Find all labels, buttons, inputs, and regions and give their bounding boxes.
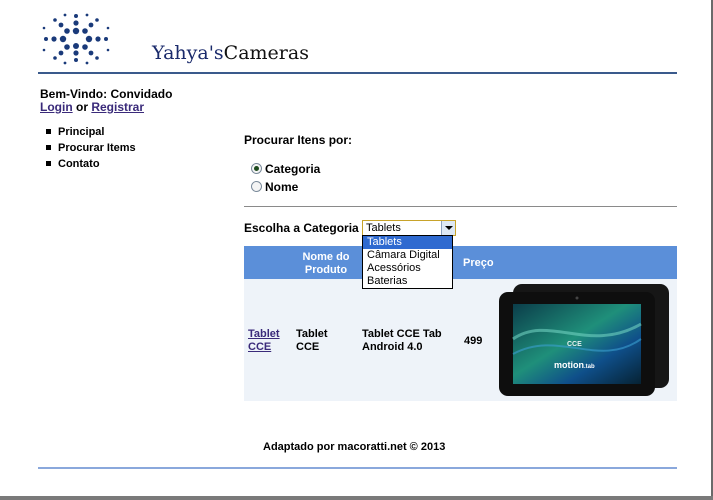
tablet-screen-model-suffix: .tab bbox=[584, 364, 595, 370]
category-dropdown-list: Tablets Câmara Digital Acessórios Bateri… bbox=[362, 235, 453, 289]
auth-separator: or bbox=[72, 100, 92, 114]
section-divider bbox=[244, 206, 677, 207]
radio-categoria[interactable]: Categoria bbox=[251, 162, 320, 176]
nav-item-contato[interactable]: Contato bbox=[44, 156, 136, 172]
table-row: Tablet CCE Tablet CCE Tablet CCE Tab Androi… bbox=[244, 279, 677, 401]
category-select-value: Tablets bbox=[366, 222, 401, 234]
nav-item-principal[interactable]: Principal bbox=[44, 124, 136, 140]
bullet-icon bbox=[46, 160, 51, 166]
tablet-screen-model: motion bbox=[554, 360, 584, 370]
auth-links: Login or Registrar bbox=[40, 100, 144, 114]
radio-checked-icon[interactable] bbox=[251, 163, 262, 175]
chevron-down-icon[interactable] bbox=[441, 221, 455, 235]
category-label: Escolha a Categoria bbox=[244, 221, 359, 235]
footer-text: Adaptado por macoratti.net © 2013 bbox=[263, 441, 446, 453]
radio-unchecked-icon[interactable] bbox=[251, 181, 262, 193]
header-divider bbox=[38, 72, 677, 74]
header-preco: Preço bbox=[463, 257, 494, 269]
product-description-cell: Tablet CCE Tab Android 4.0 bbox=[362, 328, 442, 353]
welcome-text: Bem-Vindo: Convidado bbox=[40, 87, 173, 101]
register-link[interactable]: Registrar bbox=[91, 100, 144, 114]
category-option-tablets[interactable]: Tablets bbox=[363, 236, 452, 249]
login-link[interactable]: Login bbox=[40, 100, 73, 114]
category-select[interactable]: Tablets bbox=[362, 220, 456, 236]
tablet-screen-brand: CCE bbox=[567, 341, 582, 348]
radio-nome[interactable]: Nome bbox=[251, 180, 298, 194]
category-option-acessorios[interactable]: Acessórios bbox=[363, 262, 452, 275]
main-nav: Principal Procurar Items Contato bbox=[44, 124, 136, 172]
search-title: Procurar Itens por: bbox=[244, 133, 353, 147]
product-link-cell: Tablet CCE bbox=[248, 328, 280, 354]
header-nome-produto: Nome do Produto bbox=[302, 251, 350, 276]
bullet-icon bbox=[46, 128, 51, 134]
logo-text: Yahya'sCameras bbox=[152, 42, 309, 64]
window-bottom-border bbox=[0, 496, 713, 500]
results-table-header: Nome do Produto Preço bbox=[244, 246, 677, 279]
product-link[interactable]: Tablet CCE bbox=[248, 328, 280, 353]
category-option-camara-digital[interactable]: Câmara Digital bbox=[363, 249, 452, 262]
bullet-icon bbox=[46, 144, 51, 150]
starburst-logo-icon bbox=[42, 13, 110, 65]
site-logo[interactable]: Yahya'sCameras bbox=[40, 12, 309, 68]
category-option-baterias[interactable]: Baterias bbox=[363, 275, 452, 288]
product-price-cell: 499 bbox=[464, 335, 483, 347]
nav-item-procurar-items[interactable]: Procurar Items bbox=[44, 140, 136, 156]
footer-divider bbox=[38, 467, 677, 469]
product-name-cell: Tablet CCE bbox=[296, 328, 328, 353]
product-image[interactable]: CCE motion.tab bbox=[499, 284, 669, 396]
